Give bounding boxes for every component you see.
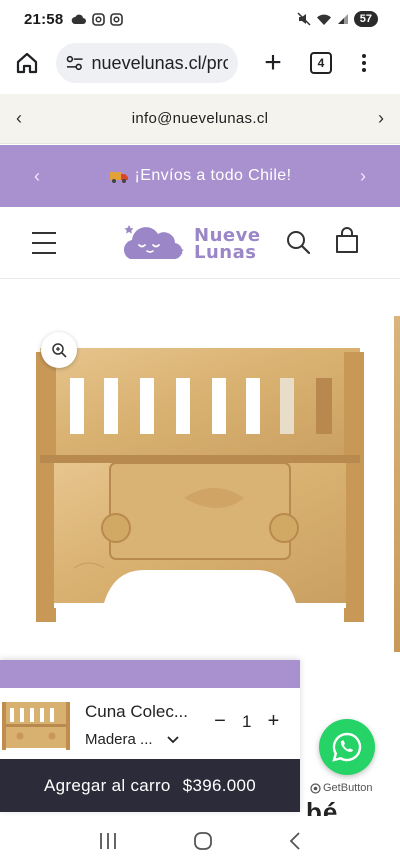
variant-value: Madera ... xyxy=(85,731,153,748)
chevron-left-icon[interactable]: ‹ xyxy=(34,166,40,187)
sticky-product-name: Cuna Colec... xyxy=(85,702,188,721)
notification-icons xyxy=(71,12,124,26)
quantity-value[interactable]: 1 xyxy=(242,712,251,732)
product-gallery xyxy=(0,280,400,660)
system-navigation-bar xyxy=(0,816,400,866)
increase-quantity-button[interactable]: + xyxy=(265,710,281,733)
add-to-cart-price: $396.000 xyxy=(182,775,256,795)
signal-icon xyxy=(337,14,348,24)
cloud-icon xyxy=(72,14,87,24)
shipping-banner: ‹ ¡Envíos a todo Chile! › xyxy=(0,145,400,207)
contact-email[interactable]: info@nuevelunas.cl xyxy=(132,110,269,127)
browser-toolbar: nuevelunas.cl/prc + 4 xyxy=(0,38,400,88)
product-thumbnail[interactable] xyxy=(2,696,70,750)
mute-icon xyxy=(297,12,311,26)
add-to-cart-button[interactable]: Agregar al carro $396.000 xyxy=(0,759,300,812)
tab-switcher-button[interactable]: 4 xyxy=(310,52,332,74)
menu-icon[interactable] xyxy=(32,232,56,254)
cart-icon[interactable] xyxy=(334,227,360,255)
whatsapp-icon xyxy=(332,732,362,762)
home-button[interactable] xyxy=(10,46,44,80)
logo-wordmark: Nueve Lunas xyxy=(194,227,261,263)
quantity-stepper: − 1 + xyxy=(212,710,281,733)
product-image-crib[interactable] xyxy=(34,308,366,623)
whatsapp-button[interactable] xyxy=(319,719,375,775)
chevron-right-icon[interactable]: › xyxy=(374,108,388,129)
browser-menu-button[interactable] xyxy=(362,54,366,72)
store-logo[interactable]: Nueve Lunas xyxy=(120,219,270,269)
search-icon[interactable] xyxy=(285,229,311,255)
sticky-add-to-cart: Cuna Colec... Madera ... − 1 + Agregar a… xyxy=(0,660,300,812)
variant-select[interactable]: Madera ... xyxy=(85,731,179,748)
truck-icon xyxy=(109,172,128,183)
address-bar[interactable]: nuevelunas.cl/prc xyxy=(56,43,238,83)
getbutton-icon xyxy=(310,782,321,794)
wifi-icon xyxy=(316,14,331,25)
instagram-icon xyxy=(110,12,124,26)
next-product-image-peek[interactable] xyxy=(394,316,400,652)
store-header: Nueve Lunas xyxy=(0,207,400,279)
announcement-bar: ‹ info@nuevelunas.cl › xyxy=(0,94,400,144)
system-icons: 57 xyxy=(297,11,378,27)
status-bar: 21:58 57 xyxy=(0,0,400,38)
new-tab-button[interactable]: + xyxy=(258,48,288,78)
getbutton-credit[interactable]: GetButton xyxy=(310,782,373,794)
sticky-product-row: Cuna Colec... Madera ... − 1 + xyxy=(0,688,300,759)
back-icon[interactable] xyxy=(288,831,302,851)
product-title-partial: bé xyxy=(306,797,339,817)
home-nav-icon[interactable] xyxy=(193,831,213,851)
shipping-text: ¡Envíos a todo Chile! xyxy=(134,167,292,184)
status-time: 21:58 xyxy=(24,10,64,28)
recent-apps-icon[interactable] xyxy=(98,832,118,850)
url-text: nuevelunas.cl/prc xyxy=(91,52,228,73)
battery-icon: 57 xyxy=(353,11,378,27)
add-to-cart-label: Agregar al carro xyxy=(43,775,171,795)
cloud-logo-icon xyxy=(123,225,184,260)
decrease-quantity-button[interactable]: − xyxy=(212,710,228,733)
chevron-right-icon[interactable]: › xyxy=(360,166,366,187)
sticky-accent-bar xyxy=(0,660,300,688)
chevron-down-icon xyxy=(166,735,179,743)
instagram-icon xyxy=(92,12,106,26)
shipping-message: ¡Envíos a todo Chile! xyxy=(109,167,292,185)
chevron-left-icon[interactable]: ‹ xyxy=(12,108,26,129)
logo-line-2: Lunas xyxy=(194,242,257,263)
site-settings-icon[interactable] xyxy=(66,55,84,71)
getbutton-label: GetButton xyxy=(323,782,373,794)
zoom-button[interactable] xyxy=(41,332,77,368)
home-icon xyxy=(16,52,38,74)
zoom-icon xyxy=(52,343,67,358)
